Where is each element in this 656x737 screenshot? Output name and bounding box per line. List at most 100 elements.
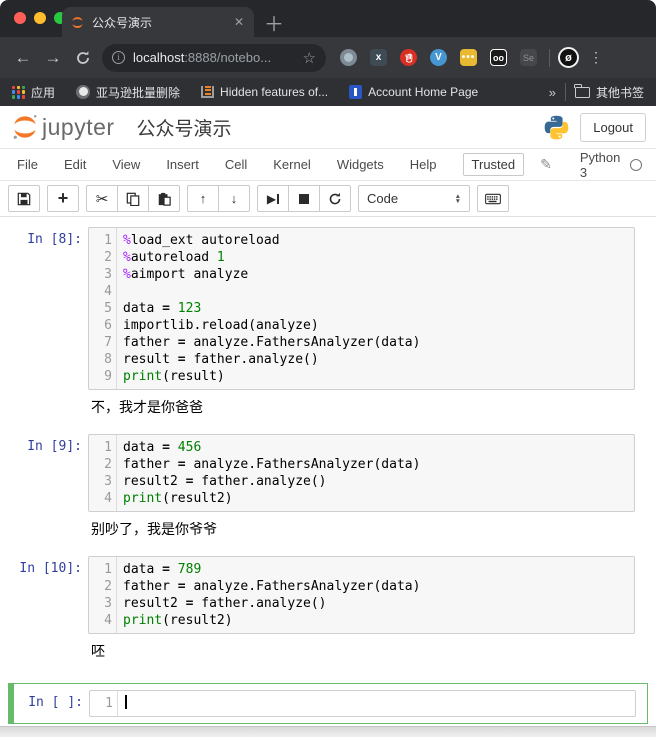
menu-widgets[interactable]: Widgets — [337, 157, 384, 172]
line-number: 4 — [104, 491, 112, 506]
run-icon: ▶ — [266, 191, 277, 206]
title-bar: 公众号演示 ✕ ＋ — [0, 0, 656, 37]
chrome-menu-icon[interactable]: ⋮ — [589, 50, 603, 64]
line-number: 4 — [104, 284, 112, 299]
menu-insert[interactable]: Insert — [166, 157, 199, 172]
copy-button[interactable] — [117, 185, 149, 212]
input-prompt: In [8]: — [27, 232, 82, 247]
code-cell[interactable]: In [ ]: 1 — [8, 683, 648, 724]
url-field[interactable]: i localhost:8888/notebo... ☆ — [102, 43, 326, 72]
minimize-window-button[interactable] — [34, 12, 46, 24]
restart-kernel-button[interactable] — [319, 185, 351, 212]
paste-button[interactable] — [148, 185, 180, 212]
command-palette-button[interactable] — [477, 185, 509, 212]
code-input-area[interactable]: 1 2 3 4 data = 456 father = analyze.FathersAn… — [88, 434, 635, 512]
code-editor[interactable]: %load_ext autoreload %autoreload 1 %aimpor… — [117, 228, 634, 389]
kernel-name: Python 3 — [579, 149, 621, 180]
back-icon[interactable]: ← — [8, 48, 38, 68]
menu-edit[interactable]: Edit — [64, 157, 86, 172]
extension-dots-icon[interactable]: ••• — [460, 49, 477, 66]
browser-tab[interactable]: 公众号演示 ✕ — [62, 7, 254, 37]
line-number: 3 — [104, 267, 112, 282]
line-number-gutter: 1 — [90, 691, 118, 716]
code-line: print(result) — [123, 369, 225, 384]
line-number-gutter: 1 2 3 4 5 6 7 8 9 — [89, 228, 117, 389]
code-editor[interactable]: data = 456 father = analyze.FathersAnalyz… — [117, 435, 634, 511]
code-line: %load_ext autoreload — [123, 233, 280, 248]
profile-avatar[interactable]: ø — [558, 47, 579, 68]
line-number: 9 — [104, 369, 112, 384]
menu-kernel[interactable]: Kernel — [273, 157, 311, 172]
bookmark-label: 应用 — [31, 85, 56, 100]
address-bar: ← → i localhost:8888/notebo... ☆ x V •••… — [0, 37, 656, 78]
logout-button[interactable]: Logout — [580, 112, 646, 142]
move-cell-up-button[interactable]: ↑ — [187, 185, 219, 212]
code-line: importlib.reload(analyze) — [123, 318, 319, 333]
run-cell-button[interactable]: ▶ — [257, 185, 289, 212]
code-input-area[interactable]: 1 2 3 4 data = 789 father = analyze.FathersAn… — [88, 556, 635, 634]
bookmarks-overflow-icon[interactable]: » — [549, 85, 556, 100]
cell-type-select[interactable]: Code ▲ ▼ — [358, 185, 470, 212]
forward-icon[interactable]: → — [38, 48, 68, 68]
bookmark-label: 其他书签 — [595, 85, 644, 100]
vimium-icon[interactable]: V — [430, 49, 447, 66]
window-bottom-edge — [0, 726, 656, 737]
move-cell-down-button[interactable]: ↓ — [218, 185, 250, 212]
menu-view[interactable]: View — [112, 157, 140, 172]
site-info-icon[interactable]: i — [112, 51, 125, 64]
keyboard-icon — [485, 193, 501, 204]
reload-icon[interactable] — [68, 50, 98, 66]
line-number: 7 — [104, 335, 112, 350]
close-window-button[interactable] — [14, 12, 26, 24]
jupyter-logo[interactable] — [10, 112, 40, 142]
extension-circle-icon[interactable] — [340, 49, 357, 66]
code-cell[interactable]: In [9]: 1 2 3 4 data = 456 father = analyze.Fa… — [0, 434, 656, 556]
menu-help[interactable]: Help — [410, 157, 437, 172]
bookmark-label: 亚马逊批量删除 — [96, 85, 181, 100]
notebook-title[interactable]: 公众号演示 — [137, 114, 232, 141]
bookmark-hidden-features[interactable]: Hidden features of... — [201, 85, 328, 99]
code-editor[interactable]: data = 789 father = analyze.FathersAnalyz… — [117, 557, 634, 633]
bookmark-amazon[interactable]: 亚马逊批量删除 — [76, 84, 180, 101]
stackoverflow-icon — [201, 86, 215, 98]
code-input-area[interactable]: 1 2 3 4 5 6 7 8 9 %load_ext autoreload %autoreload… — [88, 227, 635, 390]
tab-close-icon[interactable]: ✕ — [232, 15, 246, 29]
folder-icon — [574, 83, 590, 98]
cut-button[interactable]: ✂ — [86, 185, 118, 212]
window-controls — [14, 12, 66, 24]
bookmark-apps[interactable]: 应用 — [12, 84, 55, 101]
code-cell[interactable]: In [10]: 1 2 3 4 data = 789 father = analyze.F… — [0, 556, 656, 678]
line-number: 2 — [104, 457, 112, 472]
code-cell[interactable]: In [8]: 1 2 3 4 5 6 7 8 9 %load_ext autoreload %aut… — [0, 227, 656, 434]
menu-file[interactable]: File — [17, 157, 38, 172]
line-number: 1 — [104, 233, 112, 248]
extension-goggles-icon[interactable]: oo — [490, 49, 507, 66]
save-button[interactable] — [8, 185, 40, 212]
jupyter-logo-text[interactable]: jupyter — [42, 114, 115, 141]
code-editor[interactable] — [118, 691, 635, 716]
input-prompt: In [10]: — [19, 561, 82, 576]
line-number-gutter: 1 2 3 4 — [89, 435, 117, 511]
code-input-area[interactable]: 1 — [89, 690, 636, 717]
bookmark-account-home[interactable]: Account Home Page — [349, 85, 478, 99]
other-bookmarks[interactable]: 其他书签 — [574, 83, 644, 101]
interrupt-kernel-button[interactable] — [288, 185, 320, 212]
extensions-row: x V ••• oo Se — [340, 49, 537, 66]
code-line: %aimport analyze — [123, 267, 249, 282]
menu-cell[interactable]: Cell — [225, 157, 247, 172]
notebook-header: jupyter 公众号演示 Logout — [0, 106, 656, 148]
bookmarks-bar: 应用 亚马逊批量删除 Hidden features of... Account… — [0, 78, 656, 106]
select-arrows-icon: ▲ ▼ — [454, 192, 461, 205]
bookmark-star-icon[interactable]: ☆ — [303, 49, 316, 67]
adblock-hand-icon[interactable] — [400, 49, 417, 66]
code-line: data = 123 — [123, 301, 202, 316]
new-tab-button[interactable]: ＋ — [262, 10, 286, 36]
cell-type-value: Code — [367, 191, 399, 206]
notebook-cells: In [8]: 1 2 3 4 5 6 7 8 9 %load_ext autoreload %aut… — [0, 217, 656, 726]
extension-x-icon[interactable]: x — [370, 49, 387, 66]
line-number: 4 — [104, 613, 112, 628]
url-text[interactable]: localhost:8888/notebo... — [133, 50, 303, 65]
add-cell-button[interactable]: + — [47, 185, 79, 212]
selenium-icon[interactable]: Se — [520, 49, 537, 66]
